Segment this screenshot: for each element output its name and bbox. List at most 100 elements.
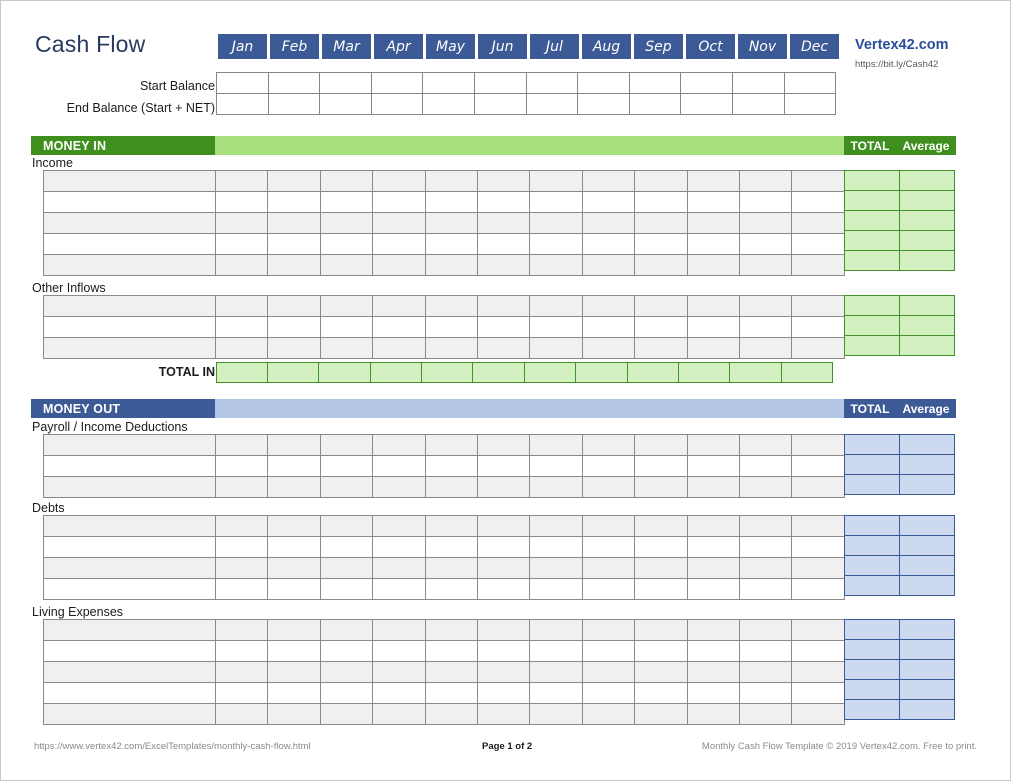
month-value-cell[interactable] <box>216 338 268 359</box>
month-value-cell[interactable] <box>321 456 373 477</box>
month-value-cell[interactable] <box>321 579 373 600</box>
month-value-cell[interactable] <box>740 641 792 662</box>
month-value-cell[interactable] <box>740 704 792 725</box>
month-value-cell[interactable] <box>583 435 635 456</box>
month-value-cell[interactable] <box>740 516 792 537</box>
balance-cell[interactable] <box>372 94 424 115</box>
month-value-cell[interactable] <box>321 171 373 192</box>
balance-cell[interactable] <box>320 73 372 94</box>
month-value-cell[interactable] <box>740 234 792 255</box>
month-value-cell[interactable] <box>373 234 425 255</box>
month-value-cell[interactable] <box>478 171 530 192</box>
balance-cell[interactable] <box>630 73 682 94</box>
month-value-cell[interactable] <box>740 338 792 359</box>
month-value-cell[interactable] <box>740 255 792 276</box>
balance-cell[interactable] <box>527 94 579 115</box>
month-value-cell[interactable] <box>530 579 582 600</box>
month-value-cell[interactable] <box>478 192 530 213</box>
month-value-cell[interactable] <box>268 537 320 558</box>
month-value-cell[interactable] <box>635 234 687 255</box>
month-value-cell[interactable] <box>688 456 740 477</box>
month-value-cell[interactable] <box>688 192 740 213</box>
month-value-cell[interactable] <box>688 662 740 683</box>
month-value-cell[interactable] <box>321 704 373 725</box>
month-value-cell[interactable] <box>321 213 373 234</box>
month-value-cell[interactable] <box>792 213 844 234</box>
month-value-cell[interactable] <box>583 641 635 662</box>
month-header-mar[interactable]: Mar <box>322 34 371 59</box>
month-value-cell[interactable] <box>530 558 582 579</box>
month-value-cell[interactable] <box>373 296 425 317</box>
row-name-cell[interactable] <box>44 456 216 477</box>
balance-cell[interactable] <box>578 73 630 94</box>
month-value-cell[interactable] <box>478 296 530 317</box>
month-value-cell[interactable] <box>216 234 268 255</box>
month-value-cell[interactable] <box>268 641 320 662</box>
month-header-feb[interactable]: Feb <box>270 34 319 59</box>
month-value-cell[interactable] <box>373 620 425 641</box>
month-value-cell[interactable] <box>216 683 268 704</box>
month-value-cell[interactable] <box>478 255 530 276</box>
month-value-cell[interactable] <box>268 683 320 704</box>
month-value-cell[interactable] <box>530 477 582 498</box>
month-header-dec[interactable]: Dec <box>790 34 839 59</box>
month-value-cell[interactable] <box>216 558 268 579</box>
month-value-cell[interactable] <box>688 516 740 537</box>
month-value-cell[interactable] <box>268 516 320 537</box>
month-value-cell[interactable] <box>373 456 425 477</box>
month-value-cell[interactable] <box>635 171 687 192</box>
balance-cell[interactable] <box>527 73 579 94</box>
row-name-cell[interactable] <box>44 662 216 683</box>
month-value-cell[interactable] <box>216 255 268 276</box>
balance-cell[interactable] <box>269 94 321 115</box>
month-value-cell[interactable] <box>583 704 635 725</box>
month-value-cell[interactable] <box>530 620 582 641</box>
month-value-cell[interactable] <box>792 171 844 192</box>
month-value-cell[interactable] <box>268 620 320 641</box>
month-header-jan[interactable]: Jan <box>218 34 267 59</box>
month-value-cell[interactable] <box>373 477 425 498</box>
month-value-cell[interactable] <box>426 516 478 537</box>
month-value-cell[interactable] <box>373 192 425 213</box>
month-value-cell[interactable] <box>530 537 582 558</box>
month-value-cell[interactable] <box>583 620 635 641</box>
month-value-cell[interactable] <box>635 620 687 641</box>
month-header-jul[interactable]: Jul <box>530 34 579 59</box>
month-value-cell[interactable] <box>321 683 373 704</box>
month-value-cell[interactable] <box>583 338 635 359</box>
balance-cell[interactable] <box>681 94 733 115</box>
month-value-cell[interactable] <box>530 662 582 683</box>
month-value-cell[interactable] <box>321 620 373 641</box>
month-value-cell[interactable] <box>530 641 582 662</box>
month-value-cell[interactable] <box>478 234 530 255</box>
month-value-cell[interactable] <box>478 704 530 725</box>
month-value-cell[interactable] <box>373 558 425 579</box>
row-name-cell[interactable] <box>44 435 216 456</box>
month-value-cell[interactable] <box>373 537 425 558</box>
month-value-cell[interactable] <box>583 579 635 600</box>
month-value-cell[interactable] <box>740 317 792 338</box>
balance-cell[interactable] <box>372 73 424 94</box>
balance-cell[interactable] <box>423 73 475 94</box>
month-value-cell[interactable] <box>688 255 740 276</box>
month-value-cell[interactable] <box>740 477 792 498</box>
month-value-cell[interactable] <box>478 213 530 234</box>
month-value-cell[interactable] <box>740 192 792 213</box>
month-value-cell[interactable] <box>740 537 792 558</box>
balance-cell[interactable] <box>733 73 785 94</box>
month-value-cell[interactable] <box>635 338 687 359</box>
row-name-cell[interactable] <box>44 255 216 276</box>
month-value-cell[interactable] <box>583 192 635 213</box>
month-value-cell[interactable] <box>792 662 844 683</box>
month-value-cell[interactable] <box>478 477 530 498</box>
month-value-cell[interactable] <box>792 683 844 704</box>
month-value-cell[interactable] <box>635 296 687 317</box>
month-value-cell[interactable] <box>688 641 740 662</box>
month-value-cell[interactable] <box>635 192 687 213</box>
month-value-cell[interactable] <box>688 171 740 192</box>
month-value-cell[interactable] <box>216 317 268 338</box>
month-value-cell[interactable] <box>792 620 844 641</box>
month-value-cell[interactable] <box>635 516 687 537</box>
month-value-cell[interactable] <box>426 641 478 662</box>
balance-cell[interactable] <box>320 94 372 115</box>
